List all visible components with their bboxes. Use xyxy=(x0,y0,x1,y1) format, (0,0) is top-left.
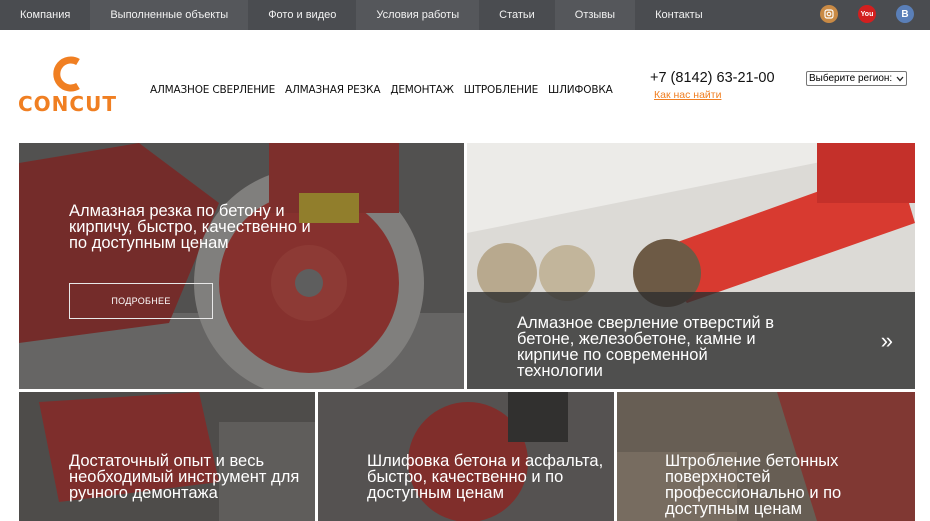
vk-icon[interactable]: В xyxy=(896,5,914,23)
main-nav: АЛМАЗНОЕ СВЕРЛЕНИЕ АЛМАЗНАЯ РЕЗКА ДЕМОНТ… xyxy=(150,84,613,96)
nav-demolition[interactable]: ДЕМОНТАЖ xyxy=(390,84,454,96)
chevron-down-icon xyxy=(896,76,904,81)
top-nav-reviews[interactable]: Отзывы xyxy=(554,0,636,30)
tile-chasing[interactable]: Штробление бетонных поверхностей професс… xyxy=(617,392,915,521)
next-arrow-icon[interactable]: » xyxy=(881,328,893,354)
tile-title: Достаточный опыт и весь необходимый инст… xyxy=(69,452,300,502)
tile-diamond-drilling[interactable]: Алмазное сверление отверстий в бетоне, ж… xyxy=(467,143,915,389)
tile-title: Алмазная резка по бетону и кирпичу, быст… xyxy=(69,202,311,252)
top-nav-projects[interactable]: Выполненные объекты xyxy=(90,0,249,30)
how-to-find-link[interactable]: Как нас найти xyxy=(654,89,721,101)
top-nav-company[interactable]: Компания xyxy=(0,0,90,30)
top-nav-articles[interactable]: Статьи xyxy=(479,0,555,30)
instagram-icon[interactable] xyxy=(820,5,838,23)
nav-grinding[interactable]: ШЛИФОВКА xyxy=(548,84,613,96)
tile-diamond-cutting[interactable]: Алмазная резка по бетону и кирпичу, быст… xyxy=(19,143,464,389)
top-nav-contacts[interactable]: Контакты xyxy=(635,0,723,30)
more-button[interactable]: ПОДРОБНЕЕ xyxy=(69,283,213,319)
region-select[interactable]: Выберите регион: xyxy=(806,71,907,86)
top-nav: Компания Выполненные объекты Фото и виде… xyxy=(0,0,723,30)
top-nav-terms[interactable]: Условия работы xyxy=(356,0,480,30)
tile-grinding[interactable]: Шлифовка бетона и асфальта, быстро, каче… xyxy=(318,392,614,521)
nav-chasing[interactable]: ШТРОБЛЕНИЕ xyxy=(464,84,539,96)
logo-text: CONCUT xyxy=(18,92,117,116)
tile-title: Алмазное сверление отверстий в бетоне, ж… xyxy=(517,314,774,380)
top-nav-photo-video[interactable]: Фото и видео xyxy=(248,0,356,30)
logo[interactable]: CONCUT xyxy=(18,54,122,116)
youtube-icon[interactable]: You xyxy=(858,5,876,23)
social-links: You В xyxy=(820,5,914,23)
site-header: CONCUT АЛМАЗНОЕ СВЕРЛЕНИЕ АЛМАЗНАЯ РЕЗКА… xyxy=(0,30,930,142)
nav-diamond-cutting[interactable]: АЛМАЗНАЯ РЕЗКА xyxy=(285,84,381,96)
tile-overlay xyxy=(19,143,464,389)
tile-demolition[interactable]: Достаточный опыт и весь необходимый инст… xyxy=(19,392,315,521)
logo-c-mark xyxy=(53,56,80,92)
phone-number[interactable]: +7 (8142) 63-21-00 xyxy=(650,70,775,86)
top-bar: Компания Выполненные объекты Фото и виде… xyxy=(0,0,930,30)
region-select-value: Выберите регион: xyxy=(809,73,893,84)
tile-title: Штробление бетонных поверхностей професс… xyxy=(665,452,842,518)
nav-diamond-drilling[interactable]: АЛМАЗНОЕ СВЕРЛЕНИЕ xyxy=(150,84,275,96)
tile-title: Шлифовка бетона и асфальта, быстро, каче… xyxy=(367,452,604,502)
